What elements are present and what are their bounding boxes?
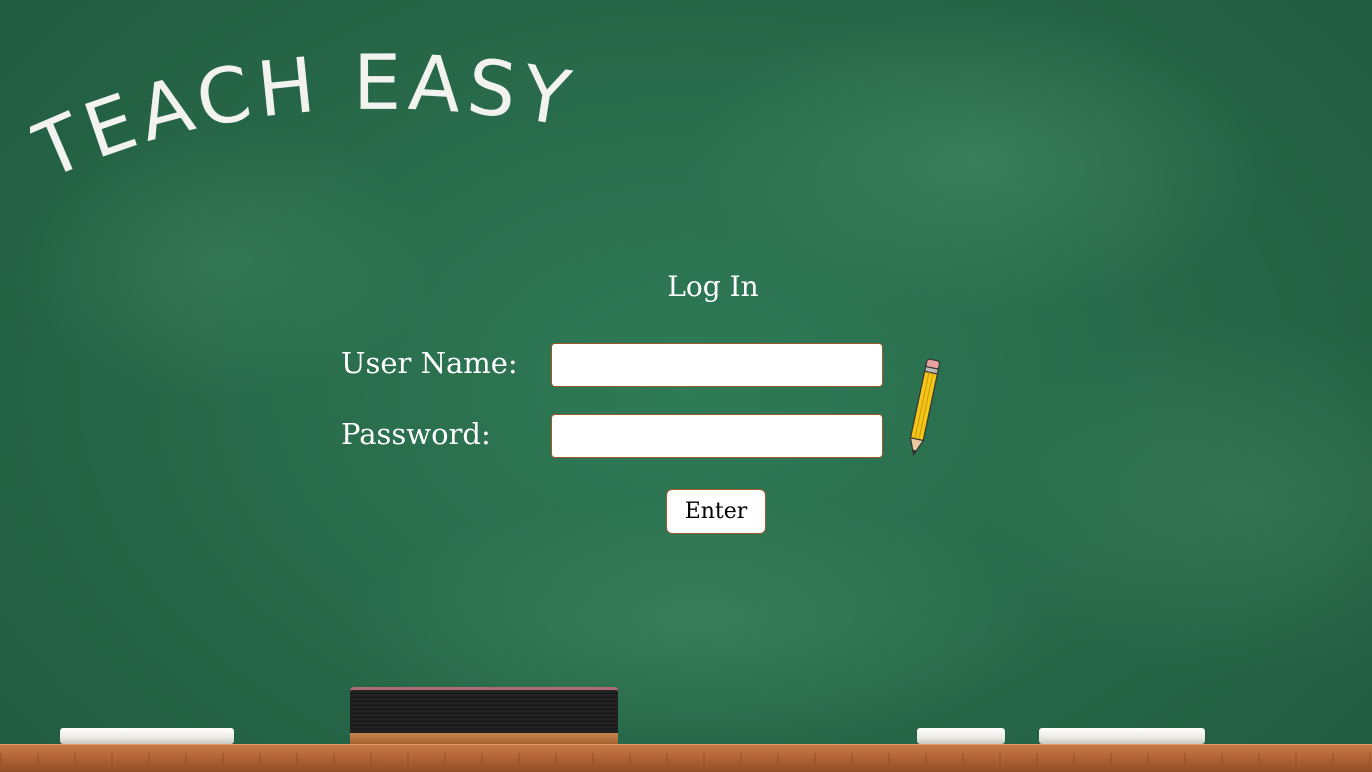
eraser-base bbox=[350, 733, 618, 744]
username-input[interactable] bbox=[551, 343, 883, 387]
chalk-piece bbox=[60, 728, 234, 744]
chalk-piece bbox=[917, 728, 1005, 744]
ledge-wood-grain bbox=[0, 752, 1372, 764]
password-label: Password: bbox=[341, 417, 491, 451]
login-heading: Log In bbox=[667, 270, 759, 303]
password-input[interactable] bbox=[551, 414, 883, 458]
app-logo-title: TEACH EASY bbox=[30, 40, 582, 196]
enter-button[interactable]: Enter bbox=[666, 489, 766, 534]
username-label: User Name: bbox=[341, 346, 518, 380]
eraser-felt bbox=[350, 687, 618, 733]
chalk-piece bbox=[1039, 728, 1205, 744]
app-title: TEACH EASY bbox=[30, 40, 582, 196]
pencil-icon bbox=[909, 358, 941, 457]
chalkboard-eraser bbox=[350, 687, 618, 744]
